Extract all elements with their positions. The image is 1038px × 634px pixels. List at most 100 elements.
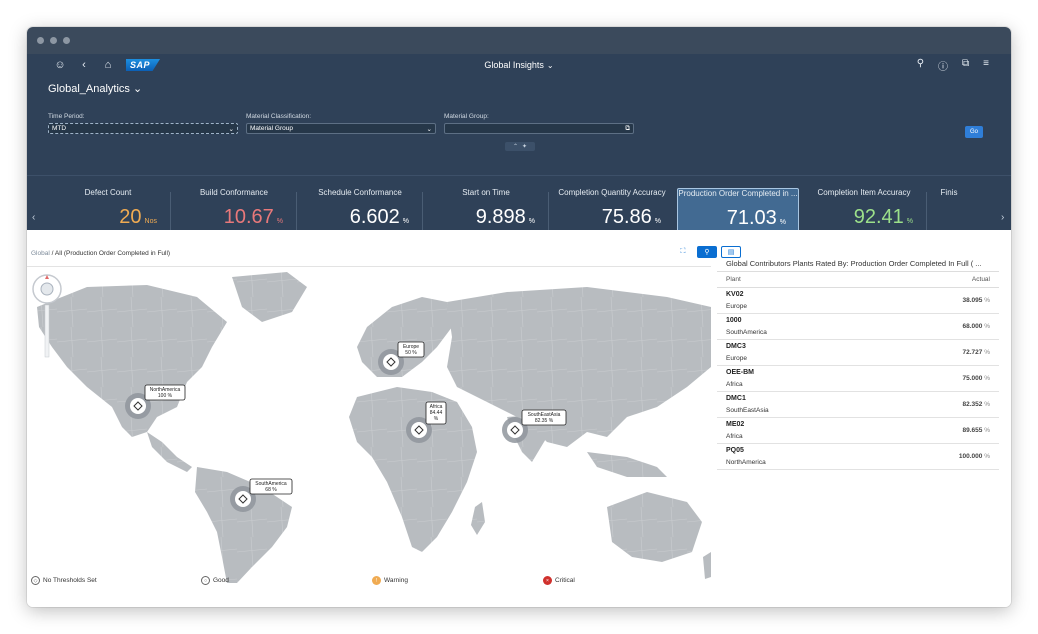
table-row[interactable]: KV02 Europe 38.095 % (717, 288, 999, 314)
breadcrumb-current: / All (Production Order Completed in Ful… (49, 250, 171, 257)
marker-center (130, 398, 146, 414)
region-value: 100 % (158, 393, 173, 399)
plant-region: Africa (726, 433, 743, 440)
legend-warning: ! Warning (372, 576, 408, 585)
help-icon[interactable]: ⓘ (938, 58, 948, 73)
user-icon[interactable]: ☺ (54, 59, 66, 71)
window-titlebar (27, 27, 1011, 54)
plant-name: KV02 (726, 291, 744, 298)
region-value-unit: % (434, 416, 439, 422)
collapse-up-icon: ⌃ (512, 144, 518, 150)
marker-center (507, 422, 523, 438)
home-icon[interactable]: ⌂ (102, 59, 114, 71)
panel-table-header: Plant Actual (717, 272, 999, 288)
column-plant[interactable]: Plant (726, 276, 741, 283)
region-value: 82.35 % (535, 418, 554, 424)
column-actual[interactable]: Actual (972, 276, 990, 283)
kpi-unit: % (779, 219, 786, 226)
app-header: Global_Analytics ⌄ Time Period: MTD ⌄ Mat… (27, 76, 1011, 175)
table-row[interactable]: DMC1 SouthEastAsia 82.352 % (717, 392, 999, 418)
breadcrumb-root[interactable]: Global (31, 250, 50, 257)
kpi-title: Defect Count (84, 188, 132, 197)
kpi-title: Completion Quantity Accuracy (558, 188, 666, 197)
region-value: 50 % (405, 350, 417, 356)
table-row[interactable]: DMC3 Europe 72.727 % (717, 340, 999, 366)
plant-name: OEE-BM (726, 369, 754, 376)
chevron-down-icon: ⌄ (133, 83, 143, 95)
window-minimize-dot[interactable] (50, 37, 57, 44)
kpi-unit: % (528, 218, 535, 225)
chevron-down-icon: ⌄ (546, 61, 554, 70)
plant-actual: 82.352 % (962, 401, 990, 408)
material-group-input[interactable]: ⧉ (444, 123, 634, 134)
world-map-svg: NorthAmerica100 %Europe50 %Africa84.44%S… (27, 267, 711, 583)
kpi-value: 71.03% (726, 207, 786, 229)
header-collapse-toggle[interactable]: ⌃ ✦ (505, 142, 535, 151)
plant-actual: 72.727 % (962, 349, 990, 356)
legend-no-thresholds: ◇ No Thresholds Set (31, 576, 97, 585)
table-row[interactable]: OEE-BM Africa 75.000 % (717, 366, 999, 392)
search-icon[interactable]: ⚲ (917, 58, 924, 73)
plant-name: 1000 (726, 317, 742, 324)
plant-region: SouthEastAsia (726, 407, 769, 414)
window-maximize-dot[interactable] (63, 37, 70, 44)
diamond-icon: ◇ (31, 576, 40, 585)
map-view-button[interactable]: ⚲​ (697, 246, 717, 258)
kpi-title: Finis (940, 188, 958, 197)
kpi-value: 6.602% (349, 206, 409, 228)
legend-good: ○ Good (201, 576, 229, 585)
scroll-left-icon[interactable]: ‹ (32, 212, 35, 223)
material-classification-select[interactable]: Material Group ⌄ (246, 123, 436, 134)
back-icon[interactable]: ‹ (78, 59, 90, 71)
browser-window: ☺ ‹ ⌂ SAP Global Insights ⌄ ⚲ ⓘ ⧉ ≡ Globa… (27, 27, 1011, 607)
menu-icon[interactable]: ≡ (983, 58, 989, 73)
copy-icon[interactable]: ⧉ (962, 58, 969, 73)
kpi-value: 92.41% (853, 206, 913, 228)
panel-title: Global Contributors Plants Rated By: Pro… (717, 256, 999, 272)
kpi-title: Completion Item Accuracy (817, 188, 911, 197)
plant-region: Europe (726, 355, 747, 362)
kpi-value: 10.67% (223, 206, 283, 228)
breadcrumb: Global / All (Production Order Completed… (31, 250, 170, 257)
plant-name: PQ05 (726, 447, 744, 454)
world-map[interactable]: NorthAmerica 100 % Europe 50 % Africa 84.44% S… (27, 266, 711, 583)
go-button[interactable]: Go (965, 126, 983, 138)
warning-icon: ! (372, 576, 381, 585)
country-borders (27, 267, 711, 583)
plant-name: ME02 (726, 421, 745, 428)
scroll-right-icon[interactable]: › (1001, 212, 1004, 223)
plant-actual: 75.000 % (962, 375, 990, 382)
kpi-value: 9.898% (475, 206, 535, 228)
value-help-icon[interactable]: ⧉ (625, 125, 630, 133)
marker-center (383, 354, 399, 370)
window-close-dot[interactable] (37, 37, 44, 44)
app-title[interactable]: Global_Analytics ⌄ (48, 82, 142, 95)
shell-bar: ☺ ‹ ⌂ SAP Global Insights ⌄ ⚲ ⓘ ⧉ ≡ (27, 54, 1011, 76)
table-row[interactable]: ME02 Africa 89.655 % (717, 418, 999, 444)
kpi-unit: % (906, 218, 913, 225)
shell-title[interactable]: Global Insights ⌄ (27, 60, 1011, 70)
legend-critical: × Critical (543, 576, 575, 585)
region-value: 68 % (265, 487, 277, 493)
table-row[interactable]: PQ05 NorthAmerica 100.000 % (717, 444, 999, 470)
pin-icon: ✦ (522, 144, 528, 150)
plant-name: DMC1 (726, 395, 746, 402)
fullscreen-icon[interactable]: ⛶ (673, 246, 693, 258)
kpi-unit: % (654, 218, 661, 225)
chevron-down-icon: ⌄ (426, 125, 432, 133)
kpi-unit: % (402, 218, 409, 225)
kpi-unit: % (276, 218, 283, 225)
sap-logo[interactable]: SAP (126, 59, 161, 71)
plant-region: NorthAmerica (726, 459, 766, 466)
good-icon: ○ (201, 576, 210, 585)
kpi-unit: Nos (144, 218, 157, 225)
plant-actual: 38.095 % (962, 297, 990, 304)
material-classification-filter: Material Classification: Material Group ⌄ (246, 113, 436, 134)
plant-name: DMC3 (726, 343, 746, 350)
table-row[interactable]: 1000 SouthAmerica 68.000 % (717, 314, 999, 340)
time-period-select[interactable]: MTD ⌄ (48, 123, 238, 134)
kpi-value: 20 Nos (119, 206, 157, 228)
plant-region: Europe (726, 303, 747, 310)
kpi-title: Build Conformance (199, 188, 269, 197)
plant-region: SouthAmerica (726, 329, 767, 336)
